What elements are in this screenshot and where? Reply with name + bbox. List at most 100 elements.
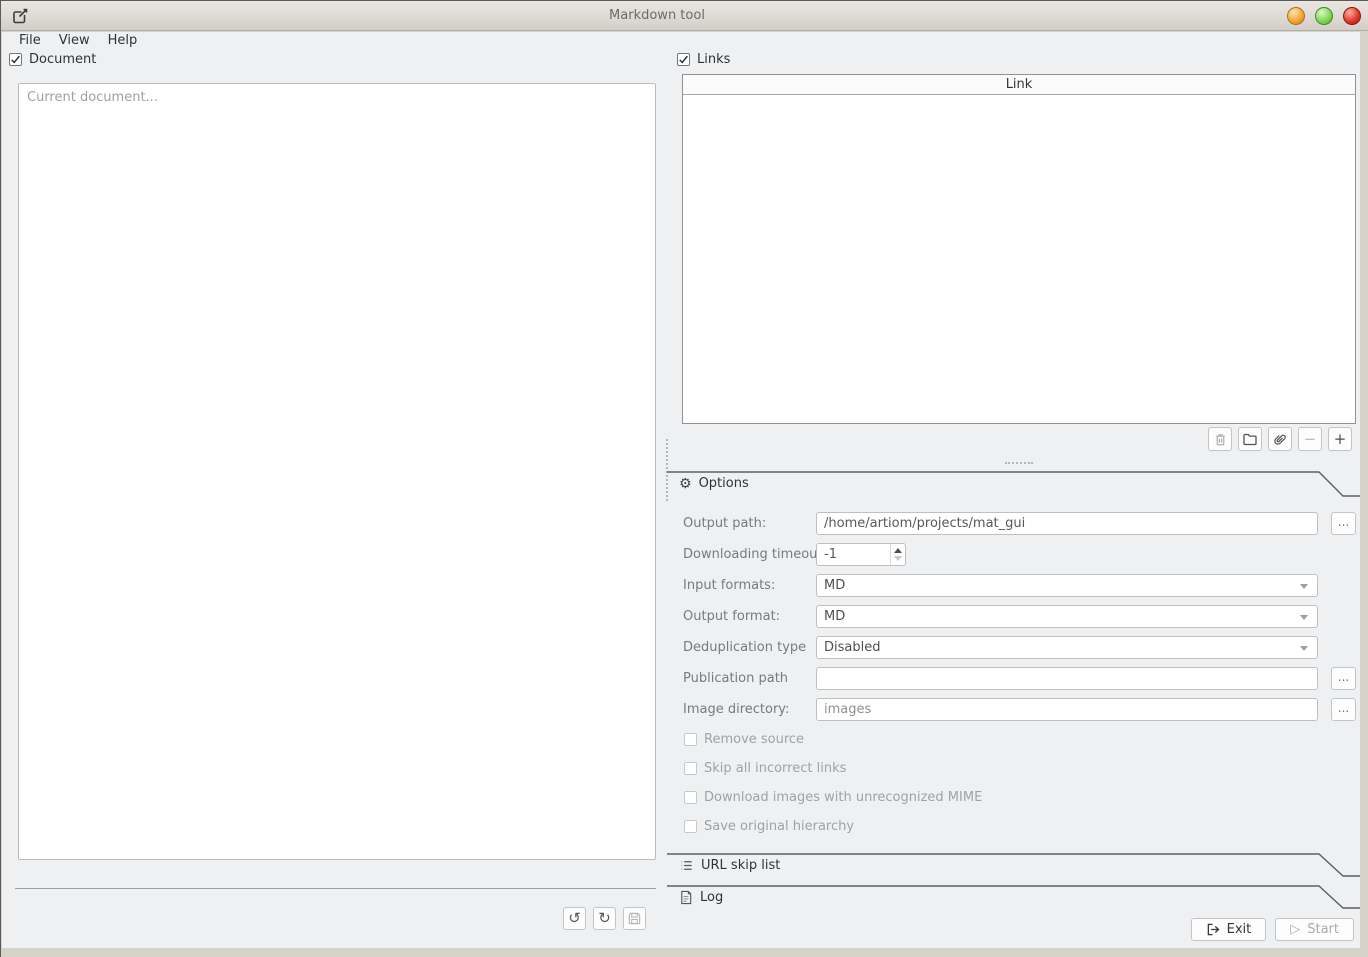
input-formats-select[interactable]: MD — [816, 574, 1318, 597]
url-skip-list-section-header[interactable]: URL skip list — [667, 853, 1360, 879]
minus-icon: − — [1304, 430, 1317, 448]
skip-incorrect-links-checkbox-row[interactable]: Skip all incorrect links — [684, 761, 846, 776]
links-table-header: Link — [683, 75, 1355, 95]
publication-path-browse-button[interactable]: ... — [1331, 667, 1356, 690]
log-section-header[interactable]: Log — [667, 885, 1360, 911]
document-divider — [15, 888, 656, 889]
redo-button[interactable]: ↻ — [593, 907, 616, 930]
section-fold-line — [667, 885, 1360, 909]
save-icon — [627, 911, 642, 926]
remove-source-checkbox-row[interactable]: Remove source — [684, 732, 804, 747]
start-button-label: Start — [1307, 922, 1339, 937]
maximize-button[interactable] — [1315, 7, 1333, 25]
url-skip-list-title: URL skip list — [701, 858, 780, 873]
titlebar: Markdown tool — [1, 1, 1368, 31]
attach-file-button[interactable] — [1268, 427, 1292, 451]
remove-source-label: Remove source — [704, 732, 804, 747]
links-checkbox-label: Links — [697, 52, 730, 67]
output-path-browse-button[interactable]: ... — [1331, 512, 1356, 535]
output-format-label: Output format: — [683, 605, 780, 628]
chevron-down-icon — [1300, 584, 1308, 589]
folder-icon — [1242, 431, 1258, 447]
right-panel: Links Link — [667, 49, 1360, 948]
options-section-header[interactable]: ⚙ Options — [667, 471, 1360, 497]
links-toolbar: − + — [1208, 427, 1352, 451]
output-path-label: Output path: — [683, 512, 766, 535]
app-window: Markdown tool File View Help Document — [0, 0, 1368, 957]
download-unrecognized-mime-checkbox-row[interactable]: Download images with unrecognized MIME — [684, 790, 982, 805]
log-file-icon — [679, 890, 693, 905]
links-table[interactable]: Link — [682, 74, 1356, 424]
options-section-title: Options — [699, 476, 749, 491]
paperclip-icon — [1272, 431, 1288, 447]
links-checkbox-row[interactable]: Links — [677, 52, 730, 67]
spin-buttons[interactable] — [890, 544, 905, 565]
links-checkbox[interactable] — [677, 53, 690, 66]
delete-link-button[interactable] — [1208, 427, 1232, 451]
menu-file[interactable]: File — [10, 32, 50, 49]
download-unrecognized-mime-label: Download images with unrecognized MIME — [704, 790, 982, 805]
skip-incorrect-links-checkbox[interactable] — [684, 762, 697, 775]
exit-button-label: Exit — [1227, 922, 1252, 937]
add-link-button[interactable]: + — [1328, 427, 1352, 451]
minimize-button[interactable] — [1287, 7, 1305, 25]
publication-path-label: Publication path — [683, 667, 788, 690]
document-checkbox-label: Document — [29, 52, 96, 67]
remove-source-checkbox[interactable] — [684, 733, 697, 746]
deduplication-type-select[interactable]: Disabled — [816, 636, 1318, 659]
window-title: Markdown tool — [1, 1, 1368, 31]
section-fold-line — [667, 471, 1360, 497]
save-button[interactable] — [623, 907, 646, 930]
output-format-select[interactable]: MD — [816, 605, 1318, 628]
list-icon — [679, 858, 694, 873]
footer-actions: Exit ▷ Start — [1191, 918, 1354, 941]
image-directory-label: Image directory: — [683, 698, 789, 721]
input-formats-value: MD — [824, 575, 845, 596]
options-splitter-handle[interactable] — [1005, 462, 1033, 464]
downloading-timeout-value: -1 — [824, 544, 837, 565]
spin-down-icon[interactable] — [894, 556, 902, 561]
deduplication-type-label: Deduplication type — [683, 636, 806, 659]
publication-path-input[interactable] — [816, 667, 1318, 690]
image-directory-browse-button[interactable]: ... — [1331, 698, 1356, 721]
checkmark-icon — [10, 54, 21, 65]
undo-button[interactable]: ↺ — [563, 907, 586, 930]
document-editor[interactable] — [18, 83, 656, 860]
redo-icon: ↻ — [598, 911, 611, 926]
document-toolbar: ↺ ↻ — [563, 907, 646, 930]
image-directory-input[interactable] — [816, 698, 1318, 721]
undo-icon: ↺ — [568, 911, 581, 926]
plus-icon: + — [1334, 430, 1347, 448]
skip-incorrect-links-label: Skip all incorrect links — [704, 761, 846, 776]
remove-link-button[interactable]: − — [1298, 427, 1322, 451]
window-content: File View Help Document ↺ — [2, 32, 1360, 948]
deduplication-type-value: Disabled — [824, 637, 880, 658]
downloading-timeout-label: Downloading timeout: — [683, 543, 827, 566]
document-checkbox[interactable] — [9, 53, 22, 66]
input-formats-label: Input formats: — [683, 574, 775, 597]
save-original-hierarchy-label: Save original hierarchy — [704, 819, 854, 834]
document-panel: Document ↺ ↻ — [2, 49, 667, 948]
log-title: Log — [700, 890, 723, 905]
downloading-timeout-spinbox[interactable]: -1 — [816, 543, 906, 566]
menubar: File View Help — [2, 32, 1360, 49]
document-checkbox-row[interactable]: Document — [9, 52, 96, 67]
output-path-input[interactable] — [816, 512, 1318, 535]
output-format-value: MD — [824, 606, 845, 627]
trash-icon — [1213, 432, 1228, 447]
menu-help[interactable]: Help — [99, 32, 147, 49]
chevron-down-icon — [1300, 646, 1308, 651]
close-button[interactable] — [1343, 7, 1361, 25]
exit-icon — [1206, 923, 1220, 936]
gear-icon: ⚙ — [679, 477, 692, 491]
checkmark-icon — [678, 54, 689, 65]
exit-button[interactable]: Exit — [1191, 918, 1267, 941]
spin-up-icon[interactable] — [894, 548, 902, 553]
start-button[interactable]: ▷ Start — [1275, 918, 1354, 941]
play-icon: ▷ — [1290, 922, 1300, 937]
save-original-hierarchy-checkbox-row[interactable]: Save original hierarchy — [684, 819, 854, 834]
menu-view[interactable]: View — [50, 32, 99, 49]
save-original-hierarchy-checkbox[interactable] — [684, 820, 697, 833]
download-unrecognized-mime-checkbox[interactable] — [684, 791, 697, 804]
open-folder-button[interactable] — [1238, 427, 1262, 451]
